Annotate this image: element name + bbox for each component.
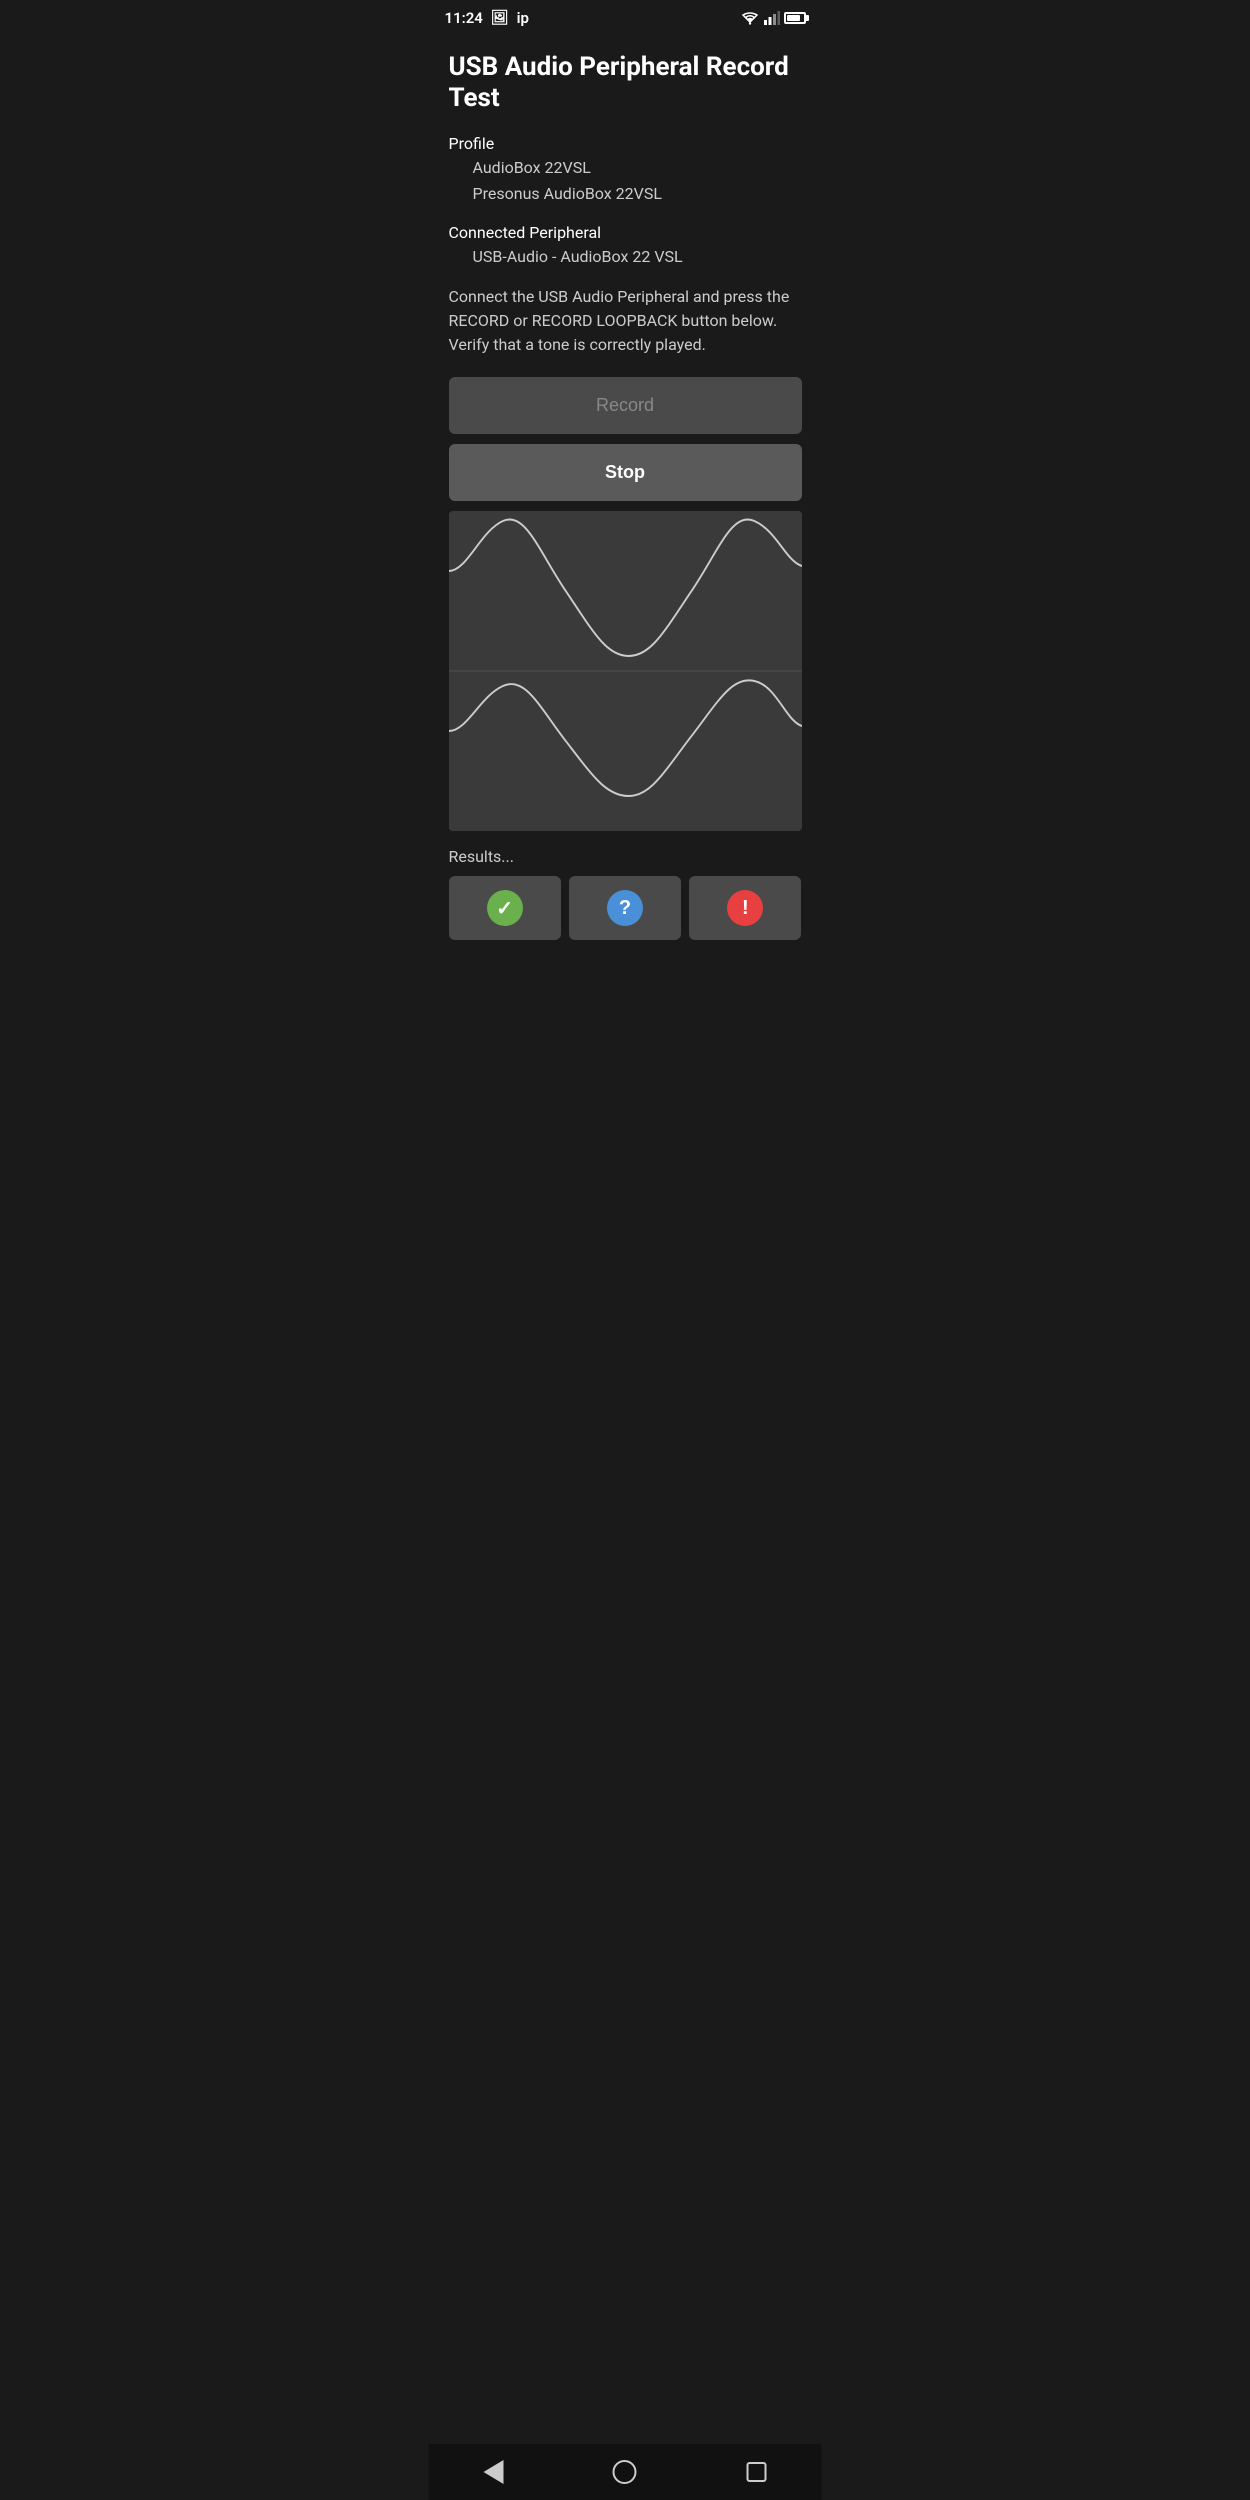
home-icon [613, 2460, 637, 2484]
peripheral-section: Connected Peripheral USB-Audio - AudioBo… [449, 223, 802, 270]
record-button[interactable]: Record [449, 377, 802, 434]
recents-icon [747, 2462, 767, 2482]
network-label: ip [517, 9, 529, 27]
photo-icon: 🖼 [491, 10, 509, 26]
peripheral-value: USB-Audio - AudioBox 22 VSL [449, 244, 802, 270]
result-question-button[interactable]: ? [569, 876, 681, 940]
waveform-container [449, 511, 802, 831]
results-label: Results... [449, 847, 802, 866]
results-buttons: ✓ ? ! [449, 876, 802, 940]
stop-button[interactable]: Stop [449, 444, 802, 501]
signal-icon [764, 11, 780, 25]
waveform-svg [449, 511, 802, 831]
result-exclaim-button[interactable]: ! [689, 876, 801, 940]
profile-section: Profile AudioBox 22VSL Presonus AudioBox… [449, 134, 802, 206]
exclaim-icon: ! [727, 890, 763, 926]
home-button[interactable] [593, 2452, 657, 2492]
battery-icon [784, 12, 806, 24]
profile-line2: Presonus AudioBox 22VSL [449, 181, 802, 207]
result-check-button[interactable]: ✓ [449, 876, 561, 940]
check-icon: ✓ [487, 890, 523, 926]
main-content: USB Audio Peripheral Record Test Profile… [429, 36, 822, 1036]
description-text: Connect the USB Audio Peripheral and pre… [449, 285, 802, 357]
profile-label: Profile [449, 134, 802, 153]
peripheral-label: Connected Peripheral [449, 223, 802, 242]
back-icon [483, 2460, 503, 2484]
wifi-icon [740, 11, 760, 25]
nav-bar [429, 2444, 822, 2500]
back-button[interactable] [463, 2452, 523, 2492]
status-time: 11:24 [445, 9, 483, 27]
status-right [740, 11, 806, 25]
profile-line1: AudioBox 22VSL [449, 155, 802, 181]
page-title: USB Audio Peripheral Record Test [449, 52, 802, 114]
status-bar: 11:24 🖼 ip [429, 0, 822, 36]
question-icon: ? [607, 890, 643, 926]
recents-button[interactable] [727, 2454, 787, 2490]
status-left: 11:24 🖼 ip [445, 9, 530, 27]
